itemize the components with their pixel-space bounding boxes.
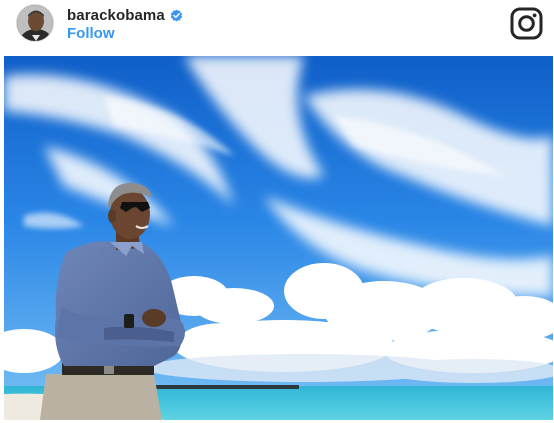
instagram-icon[interactable] (510, 7, 543, 40)
follow-button[interactable]: Follow (67, 25, 115, 42)
profile-avatar[interactable] (16, 4, 54, 42)
username-row: barackobama (67, 6, 183, 24)
username[interactable]: barackobama (67, 7, 165, 24)
verified-badge-icon (170, 9, 183, 22)
post-photo[interactable] (4, 56, 553, 420)
instagram-embed-card: barackobama Follow (0, 0, 554, 423)
post-header: barackobama Follow (0, 0, 554, 56)
